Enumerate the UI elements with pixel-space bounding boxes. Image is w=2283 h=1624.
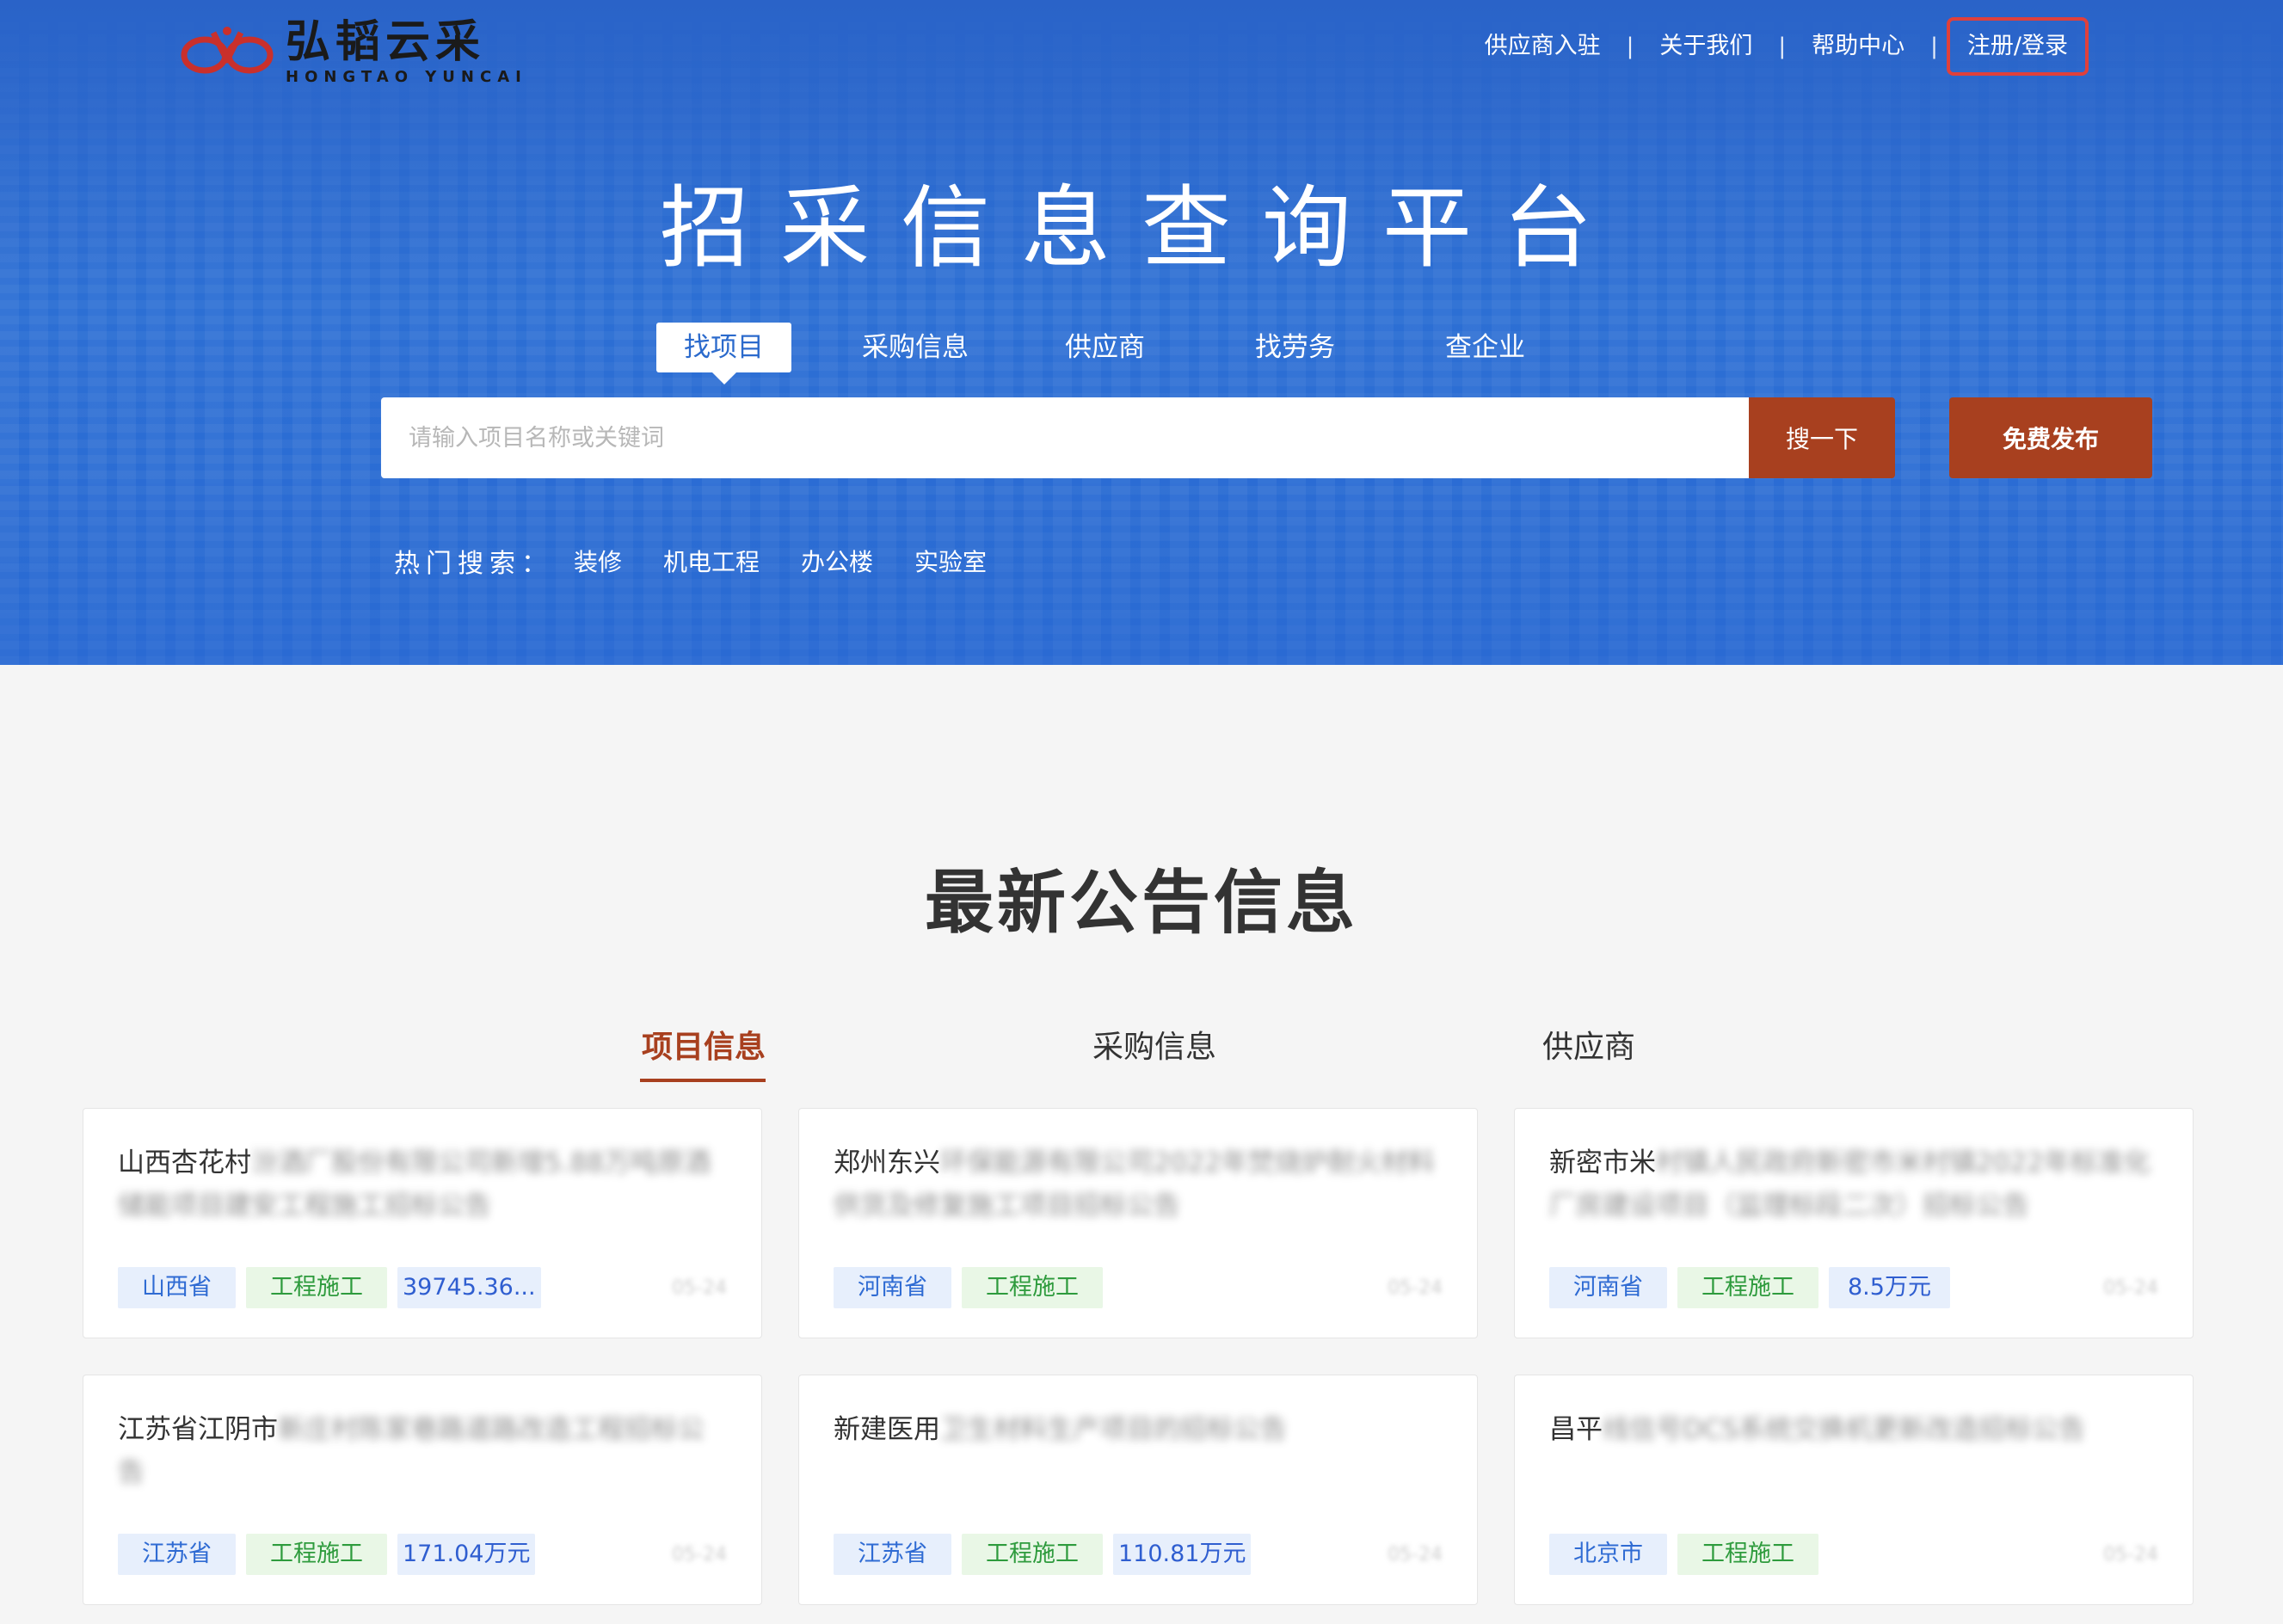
site-logo[interactable]: 弘韬云采 HONGTAO YUNCAI <box>179 14 527 91</box>
hot-search-item[interactable]: 实验室 <box>914 544 987 578</box>
card-title[interactable]: 昌平线信号DCS系统交换机更新改造招标公告 <box>1549 1408 2162 1451</box>
announcement-card[interactable]: 江苏省江阴市新庄村陈家巷路道路改造工程招标公告 江苏省 工程施工 171.04万… <box>83 1375 762 1605</box>
tab-suppliers[interactable]: 供应商 <box>1542 1022 1635 1067</box>
logo-text: 弘韬云采 HONGTAO YUNCAI <box>286 18 527 87</box>
tab-find-project[interactable]: 找项目 <box>656 323 791 384</box>
region-tag: 山西省 <box>118 1267 236 1308</box>
announcement-card[interactable]: 新建医用卫生材料生产项目的招标公告 江苏省 工程施工 110.81万元 05-2… <box>798 1375 1478 1605</box>
hot-searches: 热门搜索： 装修 机电工程 办公楼 实验室 <box>394 542 1028 580</box>
card-title[interactable]: 新密市米村镇人民政府新密市米村镇2022年标准化厂房建设项目（监理标段二次）招标… <box>1549 1141 2162 1227</box>
card-date: 05-24 <box>2103 1277 2158 1299</box>
tab-supplier[interactable]: 供应商 <box>1065 323 1145 372</box>
announcement-card[interactable]: 昌平线信号DCS系统交换机更新改造招标公告 北京市 工程施工 05-24 <box>1514 1375 2194 1605</box>
card-title[interactable]: 新建医用卫生材料生产项目的招标公告 <box>834 1408 1446 1451</box>
card-date: 05-24 <box>1388 1544 1443 1566</box>
search-input[interactable] <box>381 397 1749 478</box>
card-title[interactable]: 江苏省江阴市新庄村陈家巷路道路改造工程招标公告 <box>118 1408 730 1494</box>
region-tag: 江苏省 <box>118 1534 236 1575</box>
card-tags: 江苏省 工程施工 110.81万元 <box>834 1534 1261 1575</box>
search-category-tabs: 找项目 采购信息 供应商 找劳务 查企业 <box>656 323 1525 384</box>
nav-separator: | <box>1626 34 1634 59</box>
card-tags: 江苏省 工程施工 171.04万元 <box>118 1534 545 1575</box>
card-title[interactable]: 郑州东兴环保能源有限公司2022年焚烧炉耐火材料供货及修复施工项目招标公告 <box>834 1141 1446 1227</box>
card-title[interactable]: 山西杏花村汾酒厂股份有限公司新增5.88万吨原酒储能项目建安工程施工招标公告 <box>118 1141 730 1227</box>
tab-project-info[interactable]: 项目信息 <box>642 1022 766 1067</box>
nav-supplier-join[interactable]: 供应商入驻 <box>1459 19 1627 74</box>
region-tag: 河南省 <box>1549 1267 1667 1308</box>
announcement-card[interactable]: 山西杏花村汾酒厂股份有限公司新增5.88万吨原酒储能项目建安工程施工招标公告 山… <box>83 1108 762 1338</box>
logo-chinese-name: 弘韬云采 <box>286 16 486 68</box>
region-tag: 北京市 <box>1549 1534 1667 1575</box>
hero-title: 招采信息查询平台 <box>659 175 1623 280</box>
announcement-card[interactable]: 新密市米村镇人民政府新密市米村镇2022年标准化厂房建设项目（监理标段二次）招标… <box>1514 1108 2194 1338</box>
free-publish-button[interactable]: 免费发布 <box>1949 397 2152 478</box>
hot-search-label: 热门搜索： <box>394 549 553 579</box>
card-date: 05-24 <box>1388 1277 1443 1299</box>
announcement-card[interactable]: 郑州东兴环保能源有限公司2022年焚烧炉耐火材料供货及修复施工项目招标公告 河南… <box>798 1108 1478 1338</box>
card-tags: 北京市 工程施工 <box>1549 1534 1829 1575</box>
tab-procurement[interactable]: 采购信息 <box>1092 1022 1216 1067</box>
type-tag: 工程施工 <box>246 1534 387 1575</box>
card-date: 05-24 <box>672 1277 727 1299</box>
logo-mark-icon <box>181 27 274 74</box>
nav-separator: | <box>1930 34 1938 59</box>
type-tag: 工程施工 <box>1677 1534 1818 1575</box>
amount-tag: 8.5万元 <box>1829 1267 1950 1308</box>
hot-search-item[interactable]: 装修 <box>574 544 622 578</box>
type-tag: 工程施工 <box>246 1267 387 1308</box>
tab-procurement-info[interactable]: 采购信息 <box>862 323 969 372</box>
region-tag: 江苏省 <box>834 1534 951 1575</box>
type-tag: 工程施工 <box>962 1534 1103 1575</box>
nav-separator: | <box>1778 34 1787 59</box>
amount-tag: 39745.36... <box>397 1267 541 1308</box>
nav-help-center[interactable]: 帮助中心 <box>1786 19 1930 74</box>
nav-about-us[interactable]: 关于我们 <box>1634 19 1778 74</box>
card-date: 05-24 <box>2103 1544 2158 1566</box>
card-tags: 河南省 工程施工 <box>834 1267 1113 1308</box>
type-tag: 工程施工 <box>962 1267 1103 1308</box>
hot-search-item[interactable]: 办公楼 <box>801 544 873 578</box>
card-date: 05-24 <box>672 1544 727 1566</box>
hero-banner: 弘韬云采 HONGTAO YUNCAI 供应商入驻 | 关于我们 | 帮助中心 … <box>0 0 2283 665</box>
hot-search-item[interactable]: 机电工程 <box>663 544 760 578</box>
logo-english-name: HONGTAO YUNCAI <box>286 68 527 86</box>
nav-register-login[interactable]: 注册/登录 <box>1946 17 2089 76</box>
region-tag: 河南省 <box>834 1267 951 1308</box>
tab-company-lookup[interactable]: 查企业 <box>1445 323 1525 372</box>
card-tags: 山西省 工程施工 39745.36... <box>118 1267 551 1308</box>
type-tag: 工程施工 <box>1677 1267 1818 1308</box>
section-title: 最新公告信息 <box>925 863 1358 943</box>
top-navigation: 供应商入驻 | 关于我们 | 帮助中心 | 注册/登录 <box>1459 17 2089 76</box>
card-tags: 河南省 工程施工 8.5万元 <box>1549 1267 1960 1308</box>
amount-tag: 171.04万元 <box>397 1534 536 1575</box>
tab-find-labor[interactable]: 找劳务 <box>1255 323 1335 372</box>
search-button[interactable]: 搜一下 <box>1749 397 1895 478</box>
active-tab-underline <box>640 1079 766 1082</box>
amount-tag: 110.81万元 <box>1113 1534 1252 1575</box>
